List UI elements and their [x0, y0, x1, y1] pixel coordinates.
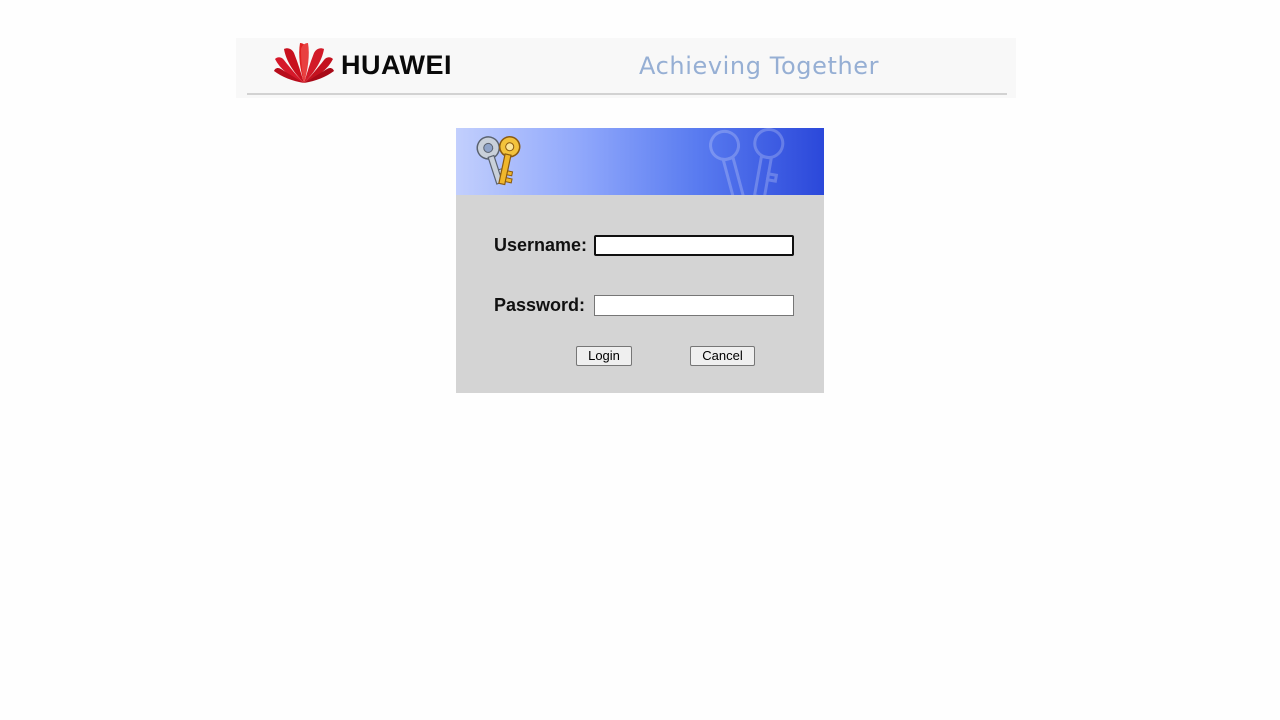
login-banner [456, 128, 824, 195]
login-button[interactable]: Login [576, 346, 632, 366]
page-header: HUAWEI Achieving Together [236, 38, 1016, 98]
keys-watermark-icon [709, 128, 785, 195]
brand-name: HUAWEI [341, 50, 452, 80]
password-input[interactable] [594, 295, 794, 316]
password-label: Password: [494, 295, 586, 315]
login-panel: Username: Password: Login Cancel [456, 128, 824, 393]
huawei-logo-icon [274, 43, 334, 83]
cancel-button[interactable]: Cancel [690, 346, 755, 366]
header-divider [247, 93, 1007, 95]
keys-icon [476, 136, 521, 186]
slogan: Achieving Together [639, 52, 880, 80]
username-input[interactable] [594, 235, 794, 256]
username-label: Username: [494, 235, 588, 255]
